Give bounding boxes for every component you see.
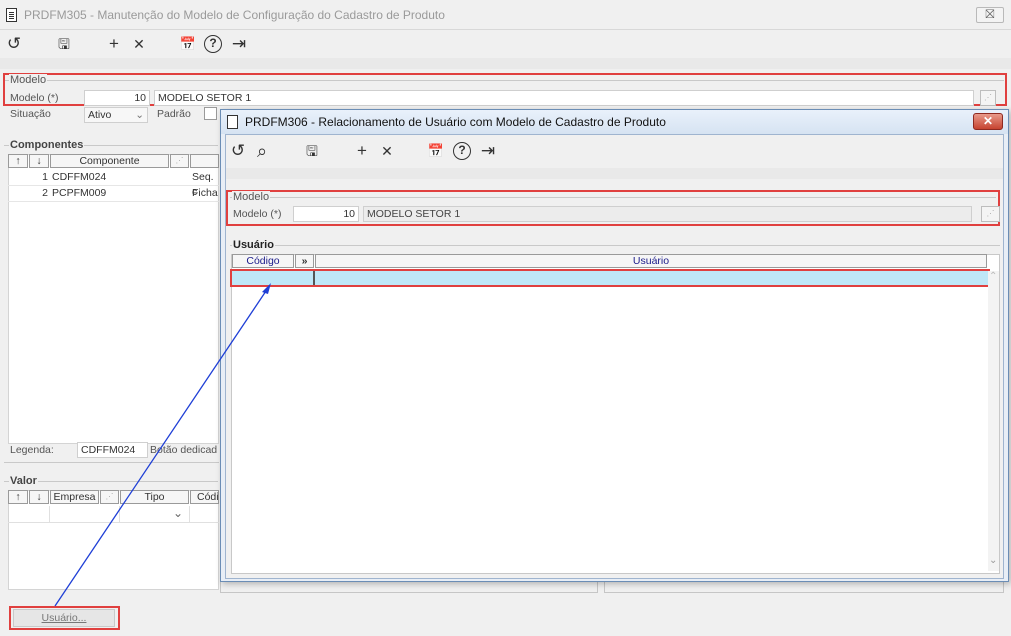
arrow-head [262,283,271,294]
arrow-line [54,287,269,607]
annotation-arrow [54,283,271,607]
